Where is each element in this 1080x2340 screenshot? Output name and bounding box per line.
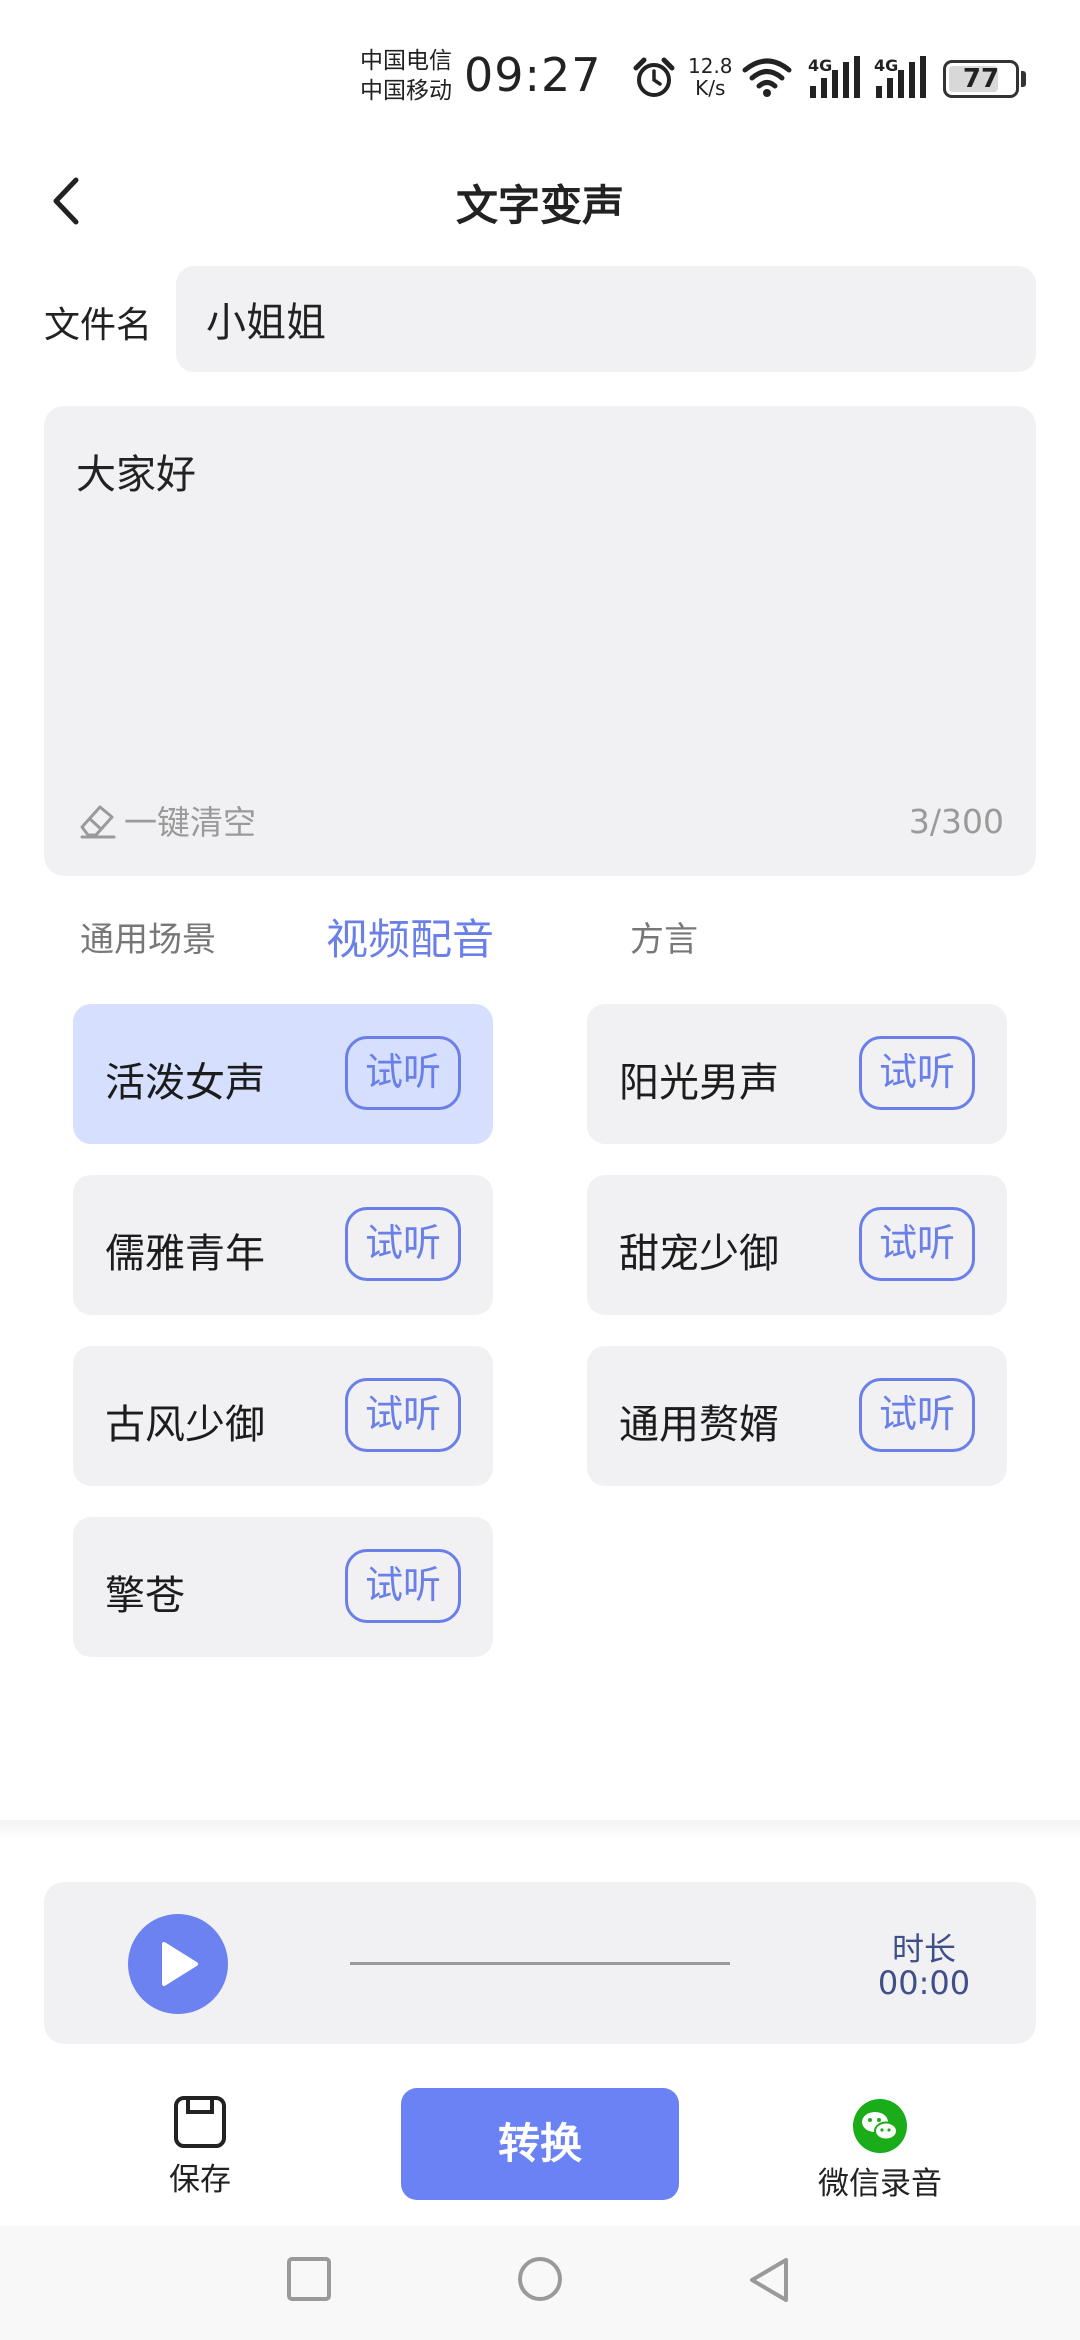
- voice-name: 擎苍: [105, 1573, 185, 1619]
- char-count: 3/300: [908, 802, 1004, 841]
- listen-button[interactable]: 试听: [345, 1036, 461, 1110]
- listen-button[interactable]: 试听: [345, 1378, 461, 1452]
- listen-button[interactable]: 试听: [859, 1207, 975, 1281]
- clear-all-label: 一键清空: [124, 803, 256, 842]
- voice-name: 儒雅青年: [105, 1231, 265, 1277]
- voice-card-sweet-lady[interactable]: 甜宠少御 试听: [587, 1175, 1007, 1315]
- tab-general-scene[interactable]: 通用场景: [80, 912, 216, 961]
- signal-icon: [810, 56, 860, 98]
- text-content: 大家好: [76, 452, 196, 498]
- signal-icon: [876, 56, 926, 98]
- tab-dialect[interactable]: 方言: [630, 912, 698, 961]
- filename-input[interactable]: [176, 266, 1036, 372]
- carrier-2: 中国移动: [360, 78, 452, 104]
- playback-progress-bar[interactable]: [350, 1962, 730, 1965]
- listen-button[interactable]: 试听: [345, 1207, 461, 1281]
- listen-button[interactable]: 试听: [859, 1378, 975, 1452]
- system-navigation-bar: [0, 2226, 1080, 2340]
- wechat-record-button[interactable]: 微信录音: [800, 2098, 960, 2203]
- recent-apps-icon[interactable]: [286, 2256, 332, 2302]
- duration-value: 00:00: [877, 1964, 971, 2002]
- wifi-icon: [742, 58, 792, 97]
- wechat-icon: [853, 2099, 907, 2153]
- tab-video-dubbing[interactable]: 视频配音: [326, 906, 494, 967]
- convert-button[interactable]: 转换: [401, 2088, 679, 2200]
- status-bar: 中国电信 中国移动 09:27 12.8 K/s 4G 4G 77: [0, 0, 1080, 150]
- wechat-record-label: 微信录音: [818, 2166, 942, 2202]
- filename-label: 文件名: [44, 305, 153, 346]
- eraser-icon: [80, 805, 116, 839]
- network-speed: 12.8 K/s: [688, 54, 733, 100]
- save-icon: [174, 2096, 226, 2148]
- page-title: 文字变声: [455, 181, 624, 230]
- voice-name: 甜宠少御: [619, 1231, 779, 1277]
- bottom-panel-divider: [0, 1820, 1080, 1840]
- text-input-area[interactable]: 大家好 一键清空 3/300: [44, 406, 1036, 876]
- save-label: 保存: [169, 2162, 231, 2198]
- voice-name: 通用赘婿: [619, 1402, 779, 1448]
- voice-card-general-sonlaw[interactable]: 通用赘婿 试听: [587, 1346, 1007, 1486]
- play-icon: [162, 1942, 198, 1986]
- carrier-1: 中国电信: [360, 48, 452, 74]
- back-nav-icon[interactable]: [746, 2256, 792, 2306]
- voice-name: 古风少御: [105, 1402, 265, 1448]
- battery-tip: [1021, 71, 1026, 87]
- play-button[interactable]: [128, 1914, 228, 2014]
- alarm-icon: [633, 57, 675, 97]
- listen-button[interactable]: 试听: [345, 1549, 461, 1623]
- voice-card-sunny-male[interactable]: 阳光男声 试听: [587, 1004, 1007, 1144]
- audio-player: 时长 00:00: [44, 1882, 1036, 2044]
- carrier-names: 中国电信 中国移动: [360, 46, 452, 106]
- voice-card-qingcang[interactable]: 擎苍 试听: [73, 1517, 493, 1657]
- voice-name: 阳光男声: [619, 1060, 779, 1106]
- voice-card-lively-female[interactable]: 活泼女声 试听: [73, 1004, 493, 1144]
- listen-button[interactable]: 试听: [859, 1036, 975, 1110]
- voice-name: 活泼女声: [105, 1060, 265, 1106]
- clear-all-button[interactable]: 一键清空: [76, 798, 256, 842]
- voice-card-elegant-youth[interactable]: 儒雅青年 试听: [73, 1175, 493, 1315]
- battery-level: 77: [962, 64, 1000, 94]
- save-button[interactable]: 保存: [150, 2094, 250, 2204]
- clock: 09:27: [464, 48, 602, 102]
- battery-icon: 77: [943, 60, 1019, 98]
- home-icon[interactable]: [515, 2256, 565, 2306]
- voice-card-ancient-lady[interactable]: 古风少御 试听: [73, 1346, 493, 1486]
